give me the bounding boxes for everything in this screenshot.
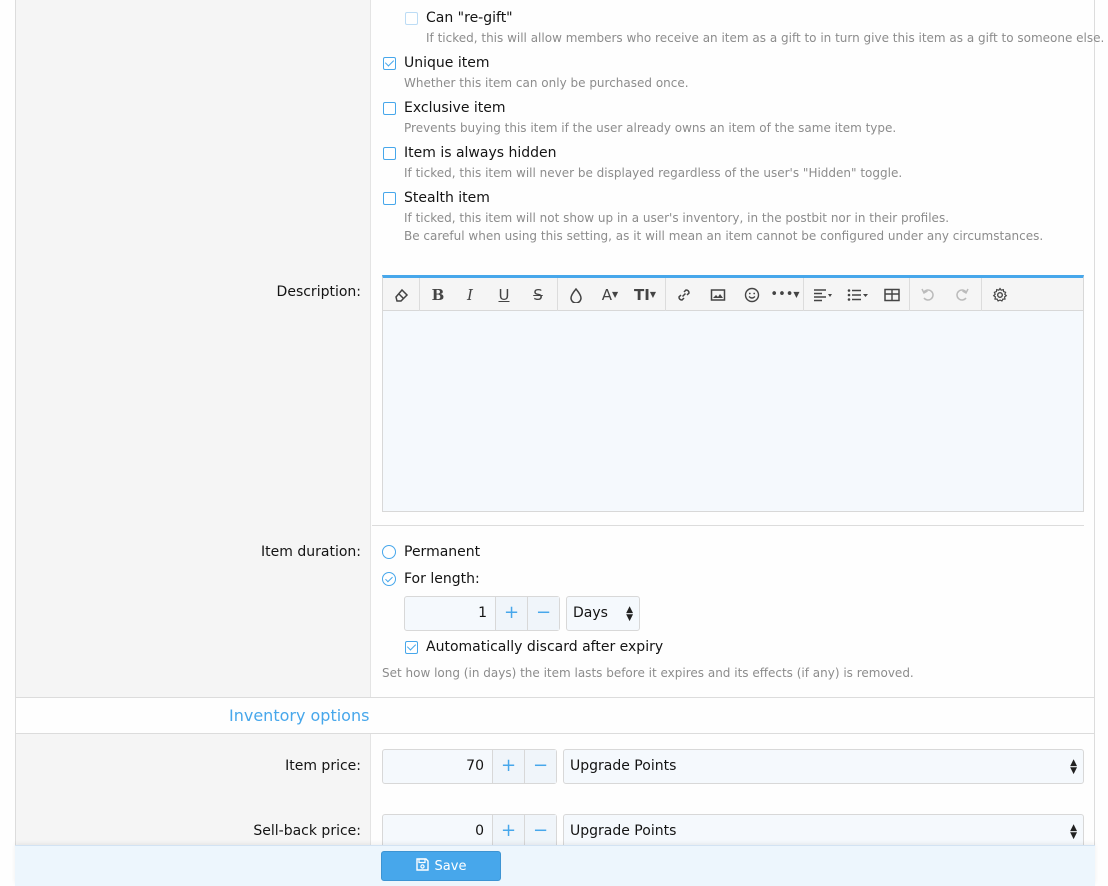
font-size-icon[interactable]: TI ▼: [629, 278, 661, 311]
select-arrows-icon: ▲ ▼: [1070, 822, 1077, 841]
item-price-label: Item price:: [285, 758, 361, 774]
link-icon[interactable]: [669, 278, 699, 311]
list-icon[interactable]: [841, 278, 875, 311]
auto-discard-checkbox[interactable]: [405, 641, 418, 654]
label-column: [16, 0, 371, 697]
stealth-hint-2: Be careful when using this setting, as i…: [404, 229, 1044, 243]
save-icon: [415, 857, 429, 875]
select-arrows-icon: ▲ ▼: [1070, 757, 1077, 776]
section-divider-bottom: [16, 733, 1094, 734]
save-label: Save: [434, 858, 467, 874]
duration-hint: Set how long (in days) the item lasts be…: [382, 666, 914, 680]
regift-label: Can "re-gift": [426, 10, 513, 26]
hidden-hint: If ticked, this item will never be displ…: [404, 166, 903, 180]
inventory-options-heading: Inventory options: [229, 706, 370, 725]
exclusive-label: Exclusive item: [404, 100, 506, 116]
italic-icon[interactable]: I: [455, 278, 485, 311]
duration-stepper: 1 + −: [404, 596, 560, 631]
item-price-stepper: 70 + −: [382, 749, 557, 784]
unique-hint: Whether this item can only be purchased …: [404, 76, 689, 90]
item-price-currency-select[interactable]: Upgrade Points ▲ ▼: [563, 749, 1084, 784]
eraser-icon[interactable]: [387, 278, 415, 311]
duration-increment-button[interactable]: +: [495, 597, 527, 630]
save-button[interactable]: Save: [381, 851, 501, 881]
permanent-radio[interactable]: [382, 545, 396, 559]
description-label: Description:: [276, 284, 361, 300]
sellback-currency-value: Upgrade Points: [570, 823, 677, 839]
table-icon[interactable]: [877, 278, 907, 311]
duration-unit-value: Days: [573, 605, 608, 621]
editor-content-area[interactable]: [383, 311, 1083, 511]
item-price-currency-value: Upgrade Points: [570, 758, 677, 774]
item-duration-label: Item duration:: [261, 544, 361, 560]
sellback-decrement-button[interactable]: −: [524, 815, 556, 848]
sellback-price-label: Sell-back price:: [253, 823, 361, 839]
duration-unit-select[interactable]: Days ▲ ▼: [566, 596, 640, 631]
exclusive-checkbox[interactable]: [383, 102, 396, 115]
duration-decrement-button[interactable]: −: [527, 597, 559, 630]
redo-icon[interactable]: [947, 278, 977, 311]
sellback-currency-select[interactable]: Upgrade Points ▲ ▼: [563, 814, 1084, 849]
divider: [372, 525, 1084, 526]
description-editor: B I U S A ▼ TI ▼ ••• ▼: [382, 275, 1084, 512]
emoji-icon[interactable]: [737, 278, 767, 311]
strikethrough-icon[interactable]: S: [523, 278, 553, 311]
font-family-icon[interactable]: A ▼: [595, 278, 625, 311]
align-icon[interactable]: [807, 278, 839, 311]
stealth-checkbox[interactable]: [383, 192, 396, 205]
permanent-label: Permanent: [404, 544, 481, 560]
underline-icon[interactable]: U: [489, 278, 519, 311]
color-icon[interactable]: [561, 278, 591, 311]
more-icon[interactable]: ••• ▼: [769, 278, 801, 311]
form-frame: Can "re-gift" If ticked, this will allow…: [15, 0, 1104, 886]
unique-checkbox[interactable]: [383, 57, 396, 70]
sellback-price-value[interactable]: 0: [383, 815, 492, 848]
item-price-value[interactable]: 70: [383, 750, 492, 783]
item-price-decrement-button[interactable]: −: [524, 750, 556, 783]
stealth-label: Stealth item: [404, 190, 490, 206]
sellback-price-stepper: 0 + −: [382, 814, 557, 849]
exclusive-hint: Prevents buying this item if the user al…: [404, 121, 897, 135]
select-arrows-icon: ▲ ▼: [626, 604, 633, 623]
bold-icon[interactable]: B: [423, 278, 453, 311]
sellback-increment-button[interactable]: +: [492, 815, 524, 848]
undo-icon[interactable]: [913, 278, 943, 311]
editor-toolbar: B I U S A ▼ TI ▼ ••• ▼: [383, 278, 1083, 311]
regift-checkbox[interactable]: [405, 12, 418, 25]
for-length-radio[interactable]: [382, 572, 396, 586]
for-length-label: For length:: [404, 571, 480, 587]
image-icon[interactable]: [703, 278, 733, 311]
unique-label: Unique item: [404, 55, 490, 71]
hidden-label: Item is always hidden: [404, 145, 557, 161]
duration-value[interactable]: 1: [405, 597, 495, 630]
item-price-increment-button[interactable]: +: [492, 750, 524, 783]
auto-discard-label: Automatically discard after expiry: [426, 639, 664, 655]
form-footer: Save: [15, 845, 1095, 886]
section-divider-top: [16, 697, 1094, 698]
regift-hint: If ticked, this will allow members who r…: [426, 31, 1105, 45]
hidden-checkbox[interactable]: [383, 147, 396, 160]
settings-icon[interactable]: [985, 278, 1015, 311]
stealth-hint: If ticked, this item will not show up in…: [404, 211, 950, 225]
